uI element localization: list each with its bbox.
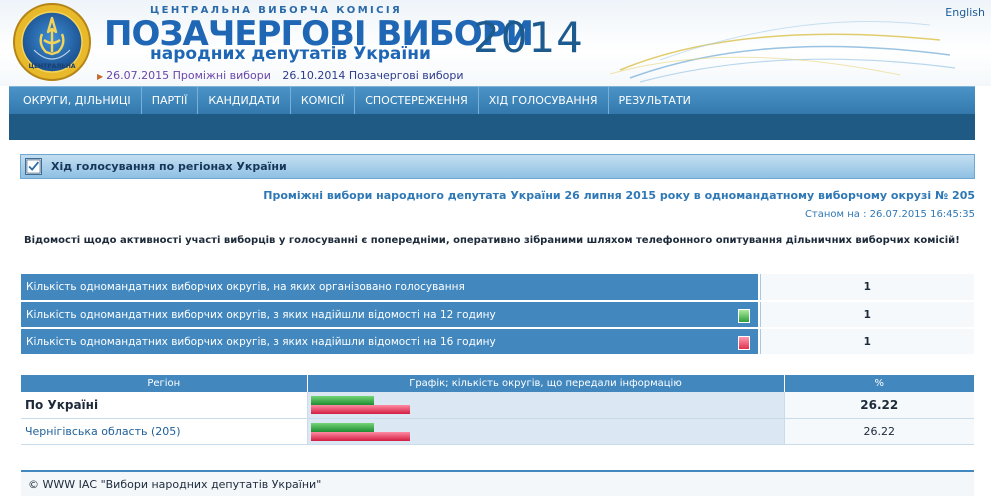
nav-item-voting-progress[interactable]: ХІД ГОЛОСУВАННЯ [479,87,609,114]
page-subtitle: народних депутатів України [150,44,431,64]
bar-16h [310,405,411,414]
column-header-region: Регіон [21,375,308,392]
bar-12h [310,422,374,432]
decorative-swoosh [609,21,956,83]
bar-16h [310,431,411,441]
language-english-link[interactable]: English [945,6,985,19]
stats-row: Кількість одномандатних виборчих округів… [21,274,974,302]
nav-item-districts[interactable]: ОКРУГИ, ДІЛЬНИЦІ [13,87,142,114]
preliminary-notice: Відомості щодо активності участі виборці… [24,235,960,246]
triangle-right-icon: ▶ [97,72,104,81]
stats-row: Кількість одномандатних виборчих округів… [21,301,974,329]
region-percent: 26.22 [783,418,974,445]
table-row: Чернігівська область (205) 26.22 [21,418,974,445]
stats-label: Кількість одномандатних виборчих округів… [21,274,758,302]
nav-item-observation[interactable]: СПОСТЕРЕЖЕННЯ [355,87,479,114]
checkbox-icon [25,158,42,175]
nav-item-parties[interactable]: ПАРТІЇ [142,87,199,114]
column-header-graph: Графік; кількість округів, що передали і… [307,375,785,392]
stats-label-text: Кількість одномандатних виборчих округів… [26,281,465,293]
stats-label: Кількість одномандатних виборчих округів… [21,301,758,329]
stats-value: 1 [759,274,974,302]
election-year: 2014 [473,13,584,62]
stats-label-text: Кількість одномандатних виборчих округів… [26,335,496,348]
status-timestamp: Станом на : 26.07.2015 16:45:35 [804,209,975,220]
stats-value: 1 [759,301,974,329]
region-percent: 26.22 [783,392,974,419]
region-graph [307,392,784,419]
section-title: Хід голосування по регіонах України [51,160,287,173]
section-header: Хід голосування по регіонах України [20,154,975,179]
region-graph [307,418,784,445]
green-legend-icon [738,309,750,323]
regions-header-row: Регіон Графік; кількість округів, що пер… [21,375,974,392]
stats-value: 1 [759,328,974,356]
main-nav: ОКРУГИ, ДІЛЬНИЦІ ПАРТІЇ КАНДИДАТИ КОМІСІ… [9,86,975,114]
stats-label: Кількість одномандатних виборчих округів… [21,328,758,356]
districts-stats-table: Кількість одномандатних виборчих округів… [21,274,974,356]
emblem-text: ЦЕНТРАЛЬНА [28,63,75,70]
table-row: По Україні 26.22 [21,392,974,419]
column-header-percent: % [784,375,974,392]
nav-item-results[interactable]: РЕЗУЛЬТАТИ [609,87,701,114]
stats-label-text: Кількість одномандатних виборчих округів… [26,308,496,321]
nav-subbar [9,114,975,140]
stats-row: Кількість одномандатних виборчих округів… [21,328,974,356]
bar-12h [310,396,374,405]
site-header: ЦЕНТРАЛЬНА ЦЕНТРАЛЬНА ВИБОРЧА КОМІСІЯ ПО… [0,0,991,86]
link-interim-election[interactable]: 26.07.2015 Проміжні вибори [106,69,271,82]
footer: © WWW ІАС "Вибори народних депутатів Укр… [21,470,974,496]
cvk-emblem-icon[interactable]: ЦЕНТРАЛЬНА [12,2,92,82]
sub-election-links: ▶ 26.07.2015 Проміжні вибори 26.10.2014 П… [97,69,464,82]
link-early-election[interactable]: 26.10.2014 Позачергові вибори [282,69,463,82]
footer-copyright: © WWW ІАС "Вибори народних депутатів Укр… [28,478,322,491]
nav-item-commissions[interactable]: КОМІСІЇ [291,87,356,114]
regions-table: Регіон Графік; кількість округів, що пер… [21,375,974,445]
election-description: Проміжні вибори народного депутата Украї… [263,189,975,202]
nav-item-candidates[interactable]: КАНДИДАТИ [198,87,291,114]
red-legend-icon [738,336,750,350]
region-name-ukraine: По Україні [21,392,308,419]
region-name-chernihiv[interactable]: Чернігівська область (205) [21,418,308,445]
